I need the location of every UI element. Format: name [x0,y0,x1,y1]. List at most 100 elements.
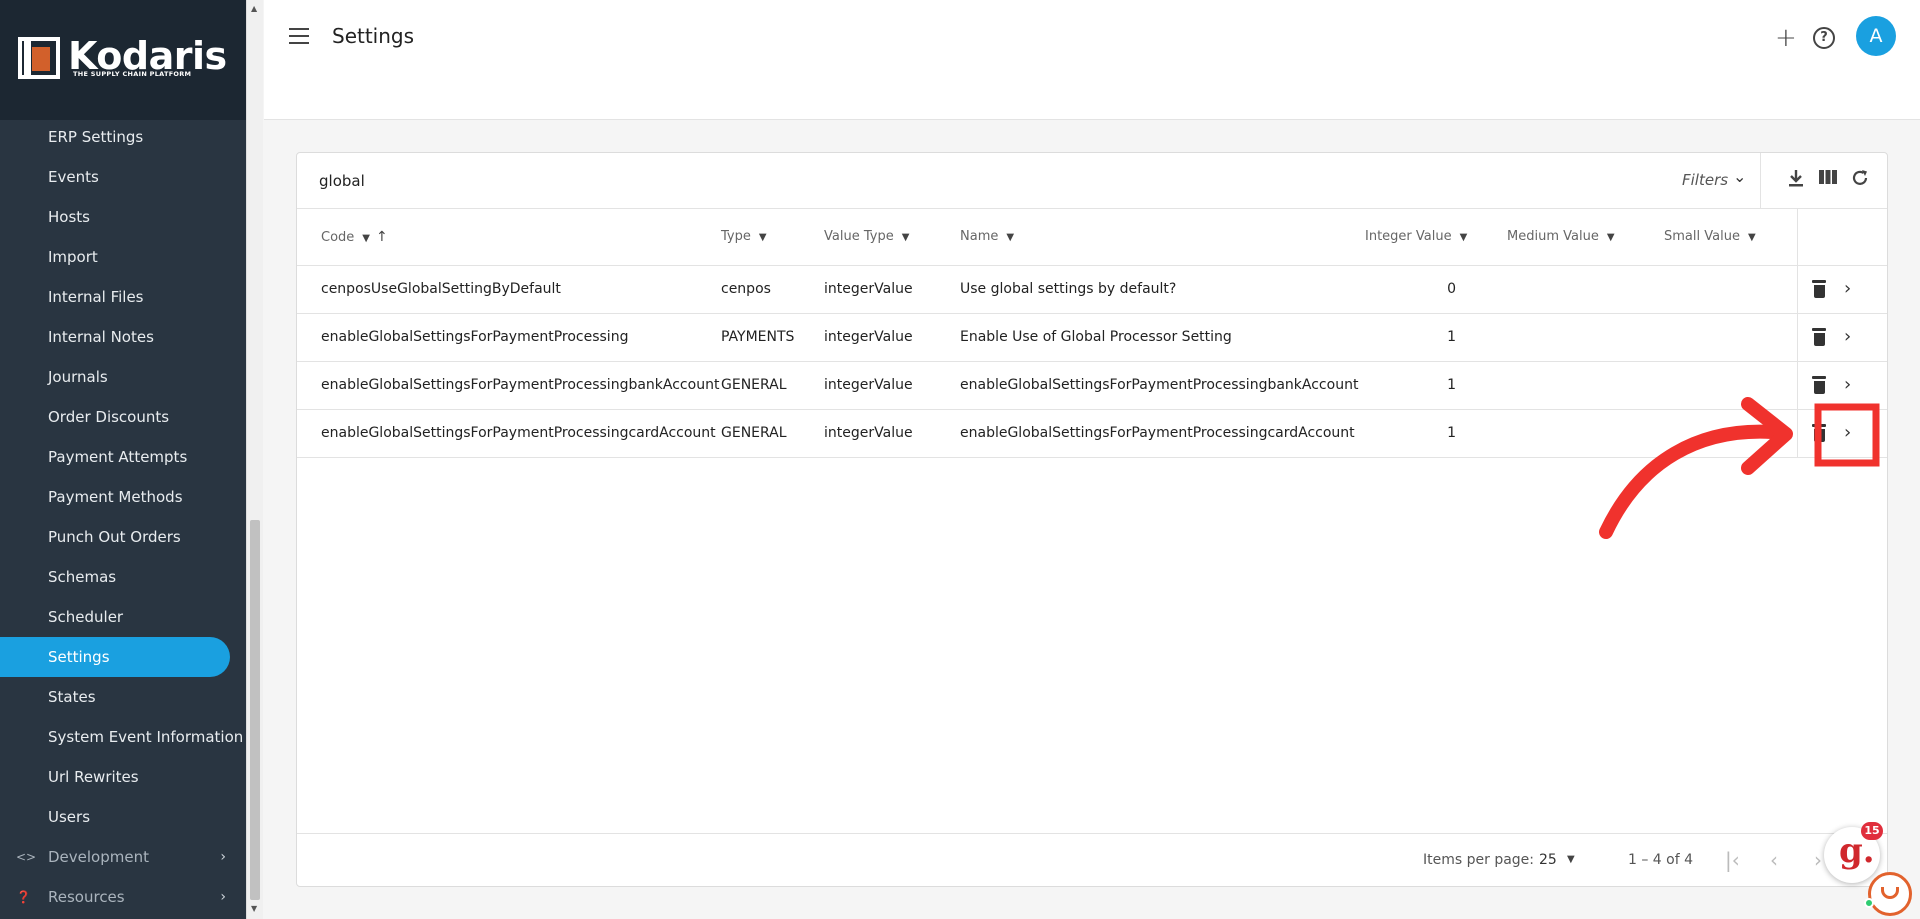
cell-value-type: integerValue [824,425,913,441]
sidebar-item-hosts[interactable]: Hosts [0,197,246,237]
sidebar-item-payment-attempts[interactable]: Payment Attempts [0,437,246,477]
delete-icon[interactable] [1812,280,1826,298]
cell-integer-value: 0 [1447,281,1456,297]
column-header-integer-value[interactable]: Integer Value ▼ [1365,229,1467,244]
table-row[interactable]: enableGlobalSettingsForPaymentProcessing… [297,410,1887,458]
delete-icon[interactable] [1812,376,1826,394]
chevron-right-icon[interactable]: › [1844,278,1851,299]
column-header-small-value[interactable]: Small Value ▼ [1664,229,1756,244]
sort-dropdown-icon: ▼ [362,233,370,244]
notification-count-badge: 15 [1861,822,1883,840]
cell-code: cenposUseGlobalSettingByDefault [321,281,561,297]
table-row[interactable]: enableGlobalSettingsForPaymentProcessing… [297,314,1887,362]
cell-code: enableGlobalSettingsForPaymentProcessing… [321,377,720,393]
column-header-name[interactable]: Name ▼ [960,229,1014,244]
column-header-value-type[interactable]: Value Type ▼ [824,229,909,244]
sidebar-nav: ERP Settings Events Hosts Import Interna… [0,117,246,917]
chevron-down-icon[interactable]: ⌄ [1733,167,1746,186]
logo-area: Kodaris THE SUPPLY CHAIN PLATFORM [0,0,246,120]
menu-icon[interactable] [289,28,309,44]
cell-name: enableGlobalSettingsForPaymentProcessing… [960,425,1355,441]
column-header-code[interactable]: Code ▼ ↑ [321,229,388,245]
sidebar: Kodaris THE SUPPLY CHAIN PLATFORM ERP Se… [0,0,246,919]
delete-icon[interactable] [1812,328,1826,346]
sidebar-item-system-event-information[interactable]: System Event Information [0,717,246,757]
chevron-right-icon: › [220,889,226,905]
column-header-type[interactable]: Type ▼ [721,229,767,244]
sidebar-item-users[interactable]: Users [0,797,246,837]
cell-value-type: integerValue [824,377,913,393]
cell-name: Use global settings by default? [960,281,1177,297]
chevron-right-icon[interactable]: › [1844,374,1851,395]
cell-name: enableGlobalSettingsForPaymentProcessing… [960,377,1359,393]
sidebar-item-url-rewrites[interactable]: Url Rewrites [0,757,246,797]
sidebar-item-states[interactable]: States [0,677,246,717]
page-title: Settings [332,24,415,48]
cell-type: cenpos [721,281,771,297]
online-status-dot [1864,898,1874,908]
sidebar-group-label: Resources [48,888,125,906]
download-icon[interactable] [1784,168,1808,192]
chat-icon[interactable] [1868,872,1912,916]
sort-dropdown-icon: ▼ [758,232,767,243]
sidebar-item-payment-methods[interactable]: Payment Methods [0,477,246,517]
cell-integer-value: 1 [1447,329,1456,345]
sidebar-item-journals[interactable]: Journals [0,357,246,397]
sidebar-group-resources[interactable]: ❓ Resources › [0,877,246,917]
sort-dropdown-icon: ▼ [1459,232,1468,243]
chevron-right-icon[interactable]: › [1844,422,1851,443]
top-header: Settings + ? A [264,0,1920,120]
cell-integer-value: 1 [1447,425,1456,441]
table-row[interactable]: enableGlobalSettingsForPaymentProcessing… [297,362,1887,410]
cell-code: enableGlobalSettingsForPaymentProcessing [321,329,629,345]
previous-page-icon[interactable]: ‹ [1770,848,1778,872]
help-icon[interactable]: ? [1813,27,1835,49]
sidebar-item-internal-notes[interactable]: Internal Notes [0,317,246,357]
search-input[interactable] [319,167,919,195]
refresh-icon[interactable] [1848,168,1872,192]
cell-type: PAYMENTS [721,329,795,345]
chevron-right-icon[interactable]: › [1844,326,1851,347]
sidebar-group-label: Development [48,848,149,866]
filters-button[interactable]: Filters [1682,171,1728,189]
delete-icon[interactable] [1812,424,1826,442]
sidebar-item-order-discounts[interactable]: Order Discounts [0,397,246,437]
columns-icon[interactable] [1816,168,1840,192]
sidebar-item-schemas[interactable]: Schemas [0,557,246,597]
sort-dropdown-icon: ▼ [1606,232,1615,243]
chevron-right-icon: › [220,849,226,865]
cell-code: enableGlobalSettingsForPaymentProcessing… [321,425,716,441]
cell-value-type: integerValue [824,329,913,345]
sidebar-item-events[interactable]: Events [0,157,246,197]
sidebar-item-internal-files[interactable]: Internal Files [0,277,246,317]
code-icon: <> [16,850,37,864]
sidebar-item-punch-out-orders[interactable]: Punch Out Orders [0,517,246,557]
sort-dropdown-icon: ▼ [901,232,910,243]
cell-type: GENERAL [721,377,787,393]
cell-value-type: integerValue [824,281,913,297]
first-page-icon[interactable]: |‹ [1725,848,1740,872]
next-page-icon[interactable]: › [1814,848,1822,872]
sidebar-item-erp-settings[interactable]: ERP Settings [0,117,246,157]
sidebar-item-import[interactable]: Import [0,237,246,277]
brand-tagline: THE SUPPLY CHAIN PLATFORM [73,70,192,78]
cell-integer-value: 1 [1447,377,1456,393]
sidebar-group-development[interactable]: <> Development › [0,837,246,877]
settings-table-card: Filters ⌄ Code▼↑ Type▼ Value Type▼ Name▼… [296,152,1888,887]
sidebar-scrollbar[interactable]: ▲ ▼ [246,0,263,919]
add-icon[interactable]: + [1775,23,1797,53]
dropdown-icon[interactable]: ▼ [1567,854,1575,865]
cell-name: Enable Use of Global Processor Setting [960,329,1232,345]
items-per-page-select[interactable]: 25 [1539,852,1557,868]
avatar[interactable]: A [1856,16,1896,56]
scroll-up-icon[interactable]: ▲ [251,4,257,13]
sidebar-item-settings[interactable]: Settings [0,637,230,677]
toolbar-divider [1760,153,1761,209]
kodaris-logo-icon [18,37,60,79]
scroll-down-icon[interactable]: ▼ [251,904,257,913]
scrollbar-thumb[interactable] [250,520,260,900]
column-header-medium-value[interactable]: Medium Value ▼ [1507,229,1615,244]
sidebar-item-scheduler[interactable]: Scheduler [0,597,246,637]
table-toolbar: Filters ⌄ [297,153,1887,209]
table-row[interactable]: cenposUseGlobalSettingByDefault cenpos i… [297,266,1887,314]
